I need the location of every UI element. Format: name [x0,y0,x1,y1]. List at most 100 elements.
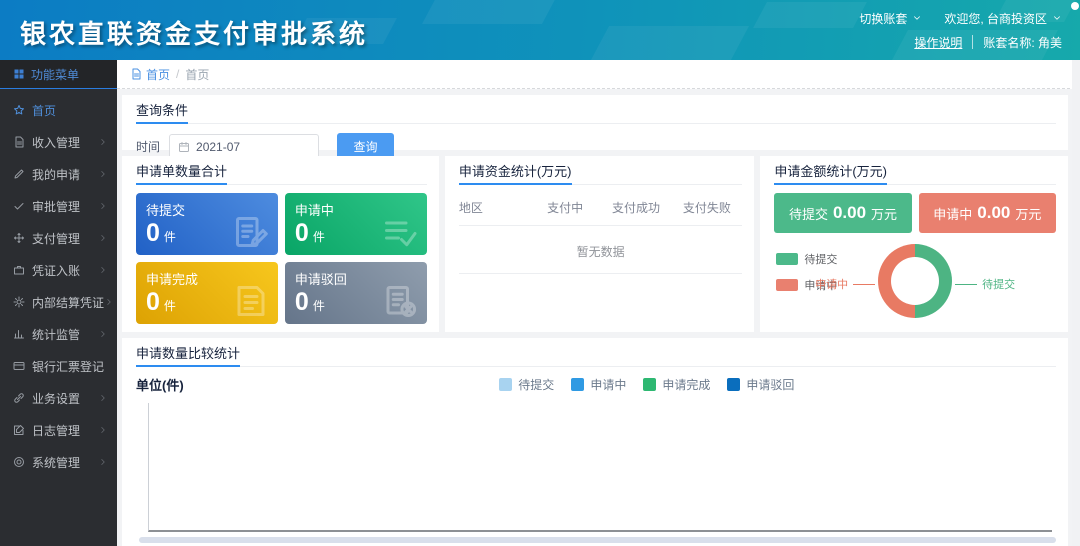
breadcrumb-separator: / [176,67,179,81]
donut-zone: 待提交申请中 申请中 待提交 [774,241,1056,332]
chevron-right-icon [98,393,108,403]
header-user-area: 切换账套 欢迎您, 台商投资区 操作说明 账套名称: 角美 [859,7,1062,52]
briefcase-icon [13,264,25,276]
comparison-title: 申请数量比较统计 [136,347,240,367]
chevron-right-icon [98,169,108,179]
card-value: 0 [146,220,160,248]
settings-icon [13,456,25,468]
welcome-label: 欢迎您, 台商投资区 [944,10,1047,27]
pencil-icon [13,168,25,180]
calendar-icon [178,141,190,153]
app-title: 银农直联资金支付审批系统 [20,14,368,51]
amount-box-value: 0.00 [977,203,1010,223]
sidebar-item-label: 银行汇票登记 [32,358,104,375]
card-unit: 件 [313,297,325,314]
amount-panel: 申请金额统计(万元) 待提交0.00万元申请中0.00万元 待提交申请中 申请中… [760,156,1068,332]
time-value: 2021-07 [196,140,240,154]
card-unit: 件 [164,297,176,314]
breadcrumb-home[interactable]: 首页 [146,66,170,83]
donut-label-left: 申请中 [815,276,875,292]
comparison-legend: 待提交申请中申请完成申请驳回 [211,376,1080,393]
amount-box-pending-submit: 待提交0.00万元 [774,193,911,233]
sidebar-item-label: 统计监管 [32,326,80,343]
scrollbar-thumb[interactable] [1071,2,1079,10]
summary-card-apply-complete[interactable]: 申请完成0件 [136,262,278,324]
funds-table-header: 地区支付中支付成功支付失败 [459,189,743,226]
card-unit: 件 [164,228,176,245]
query-panel: 查询条件 时间 2021-07 查询 [122,95,1068,150]
summary-card-applying[interactable]: 申请中0件 [285,193,427,255]
callout-line [955,284,977,285]
comparison-plot [148,403,1052,532]
funds-title-row: 申请资金统计(万元) [459,164,743,185]
divider [972,35,973,49]
sidebar-item-home[interactable]: 首页 [0,94,117,126]
amount-title-row: 申请金额统计(万元) [774,164,1056,185]
document-icon [130,68,142,80]
amount-box-applying: 申请中0.00万元 [919,193,1056,233]
card-value: 0 [295,289,309,317]
sidebar-item-voucher-entry[interactable]: 凭证入账 [0,254,117,286]
sidebar-item-label: 审批管理 [32,198,80,215]
gear-icon [13,296,25,308]
legend-item[interactable]: 申请驳回 [727,376,794,393]
sidebar-menu: 首页收入管理我的申请审批管理支付管理凭证入账内部结算凭证统计监管银行汇票登记业务… [0,89,117,478]
summary-card-apply-rejected[interactable]: 申请驳回0件 [285,262,427,324]
bar-chart-icon [13,328,25,340]
main-content: 首页 / 首页 查询条件 时间 2021-07 查询 [117,60,1080,546]
operation-guide-link[interactable]: 操作说明 [914,34,962,51]
legend-item[interactable]: 待提交 [776,251,837,267]
sidebar-item-my-apply[interactable]: 我的申请 [0,158,117,190]
switch-account-dropdown[interactable]: 切换账套 [859,10,922,27]
app: 银农直联资金支付审批系统 切换账套 欢迎您, 台商投资区 操作说明 账套名称: … [0,0,1080,546]
summary-card-pending-submit[interactable]: 待提交0件 [136,193,278,255]
donut-label-right: 待提交 [955,276,1015,292]
card-value: 0 [295,220,309,248]
chevron-right-icon [98,457,108,467]
sidebar-item-approval[interactable]: 审批管理 [0,190,117,222]
empty-state: 暂无数据 [459,226,743,274]
funds-title: 申请资金统计(万元) [459,165,572,185]
welcome-dropdown[interactable]: 欢迎您, 台商投资区 [944,10,1062,27]
amount-boxes: 待提交0.00万元申请中0.00万元 [774,193,1056,233]
sidebar-item-payment[interactable]: 支付管理 [0,222,117,254]
sidebar-item-business-settings[interactable]: 业务设置 [0,382,117,414]
legend-swatch [776,279,798,291]
sidebar-item-label: 业务设置 [32,390,80,407]
sidebar-item-income[interactable]: 收入管理 [0,126,117,158]
horizontal-scrollbar[interactable] [139,537,1056,543]
list-check-icon [382,214,418,250]
header-decoration [422,0,558,24]
sidebar-item-internal-settlement[interactable]: 内部结算凭证 [0,286,117,318]
query-title: 查询条件 [136,104,188,124]
amount-box-unit: 万元 [871,204,897,223]
donut-chart [878,244,952,318]
sidebar-item-stats-supervision[interactable]: 统计监管 [0,318,117,350]
account-name: 账套名称: 角美 [983,34,1062,51]
comparison-title-row: 申请数量比较统计 [136,346,1056,367]
sidebar-item-system[interactable]: 系统管理 [0,446,117,478]
funds-panel: 申请资金统计(万元) 地区支付中支付成功支付失败 暂无数据 [445,156,755,332]
legend-item[interactable]: 申请完成 [643,376,710,393]
legend-label: 待提交 [804,251,837,267]
legend-label: 待提交 [518,376,554,393]
donut-label-right-text: 待提交 [982,276,1015,292]
move-icon [13,232,25,244]
card-unit: 件 [313,228,325,245]
chevron-right-icon [98,233,108,243]
vertical-scrollbar[interactable] [1072,60,1080,546]
sidebar-item-label: 系统管理 [32,454,80,471]
document-lines-icon [233,283,269,319]
sidebar-item-label: 我的申请 [32,166,80,183]
sidebar-item-log[interactable]: 日志管理 [0,414,117,446]
legend-item[interactable]: 待提交 [499,376,554,393]
chevron-right-icon [98,137,108,147]
sidebar-menu-header[interactable]: 功能菜单 [0,60,117,89]
legend-item[interactable]: 申请中 [571,376,626,393]
query-title-row: 查询条件 [136,103,1056,124]
legend-swatch [571,378,584,391]
chevron-right-icon [98,425,108,435]
sidebar-item-bank-draft[interactable]: 银行汇票登记 [0,350,117,382]
summary-panel: 申请单数量合计 待提交0件申请中0件申请完成0件申请驳回0件 [122,156,439,332]
legend-swatch [643,378,656,391]
